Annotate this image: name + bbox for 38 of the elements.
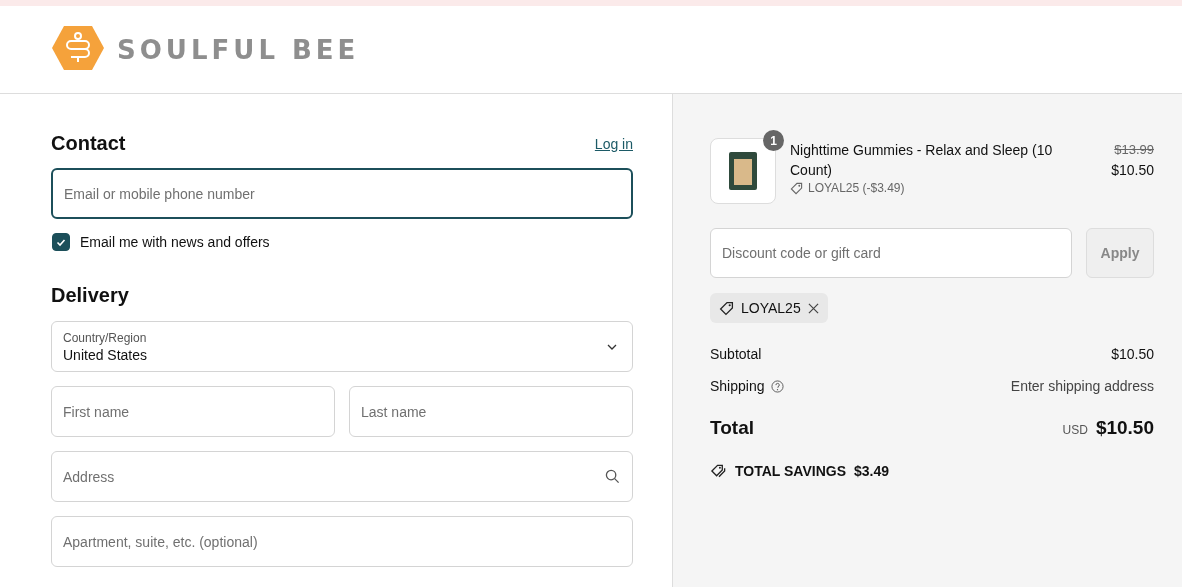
country-value: United States <box>63 346 148 363</box>
checkbox[interactable] <box>52 233 70 251</box>
brand-name: SOULFUL BEE <box>117 34 360 65</box>
close-icon[interactable] <box>807 302 819 314</box>
text-field[interactable]: Apartment, suite, etc. (optional) <box>51 516 633 567</box>
checkbox-label: Email me with news and offers <box>80 234 270 250</box>
tag-icon <box>790 181 803 195</box>
search-icon <box>605 469 620 484</box>
country-select[interactable]: Country/Region United States <box>51 321 633 372</box>
chevron-down-icon <box>607 343 617 350</box>
discount-note: LOYAL25 (-$3.49) <box>808 180 905 196</box>
original-price: $13.99 <box>1114 141 1154 159</box>
tag-icon <box>719 300 734 316</box>
login-link[interactable]: Log in <box>594 135 633 152</box>
country-label: Country/Region <box>63 330 148 345</box>
help-icon[interactable] <box>770 379 784 393</box>
text-field[interactable]: First name <box>51 386 335 437</box>
total-label: Total <box>710 417 754 439</box>
line-value: Enter shipping address <box>1010 377 1154 395</box>
total-amount: $10.50 <box>1095 417 1154 439</box>
line-value: $10.50 <box>1111 345 1154 363</box>
contact-heading: Contact <box>51 132 126 155</box>
savings-amount: $3.49 <box>854 463 890 479</box>
currency: USD <box>1062 423 1088 437</box>
savings-label: TOTAL SAVINGS <box>735 463 846 479</box>
tags-icon <box>710 464 727 478</box>
product-name: Nighttime Gummies - Relax and Sleep (10 Count) <box>790 141 1054 180</box>
text-field[interactable]: Address <box>51 451 633 502</box>
quantity-badge: 1 <box>763 130 784 151</box>
line-label: Subtotal <box>710 345 762 363</box>
product-package-drawing <box>728 151 758 191</box>
delivery-heading: Delivery <box>51 284 130 307</box>
price: $10.50 <box>1111 161 1154 180</box>
email-field[interactable]: Email or mobile phone number <box>51 168 633 219</box>
line-label: Shipping <box>710 377 765 395</box>
discount-field[interactable]: Discount code or gift card <box>710 228 1072 278</box>
discount-code: LOYAL25 <box>741 300 801 316</box>
text-field[interactable]: Last name <box>349 386 633 437</box>
